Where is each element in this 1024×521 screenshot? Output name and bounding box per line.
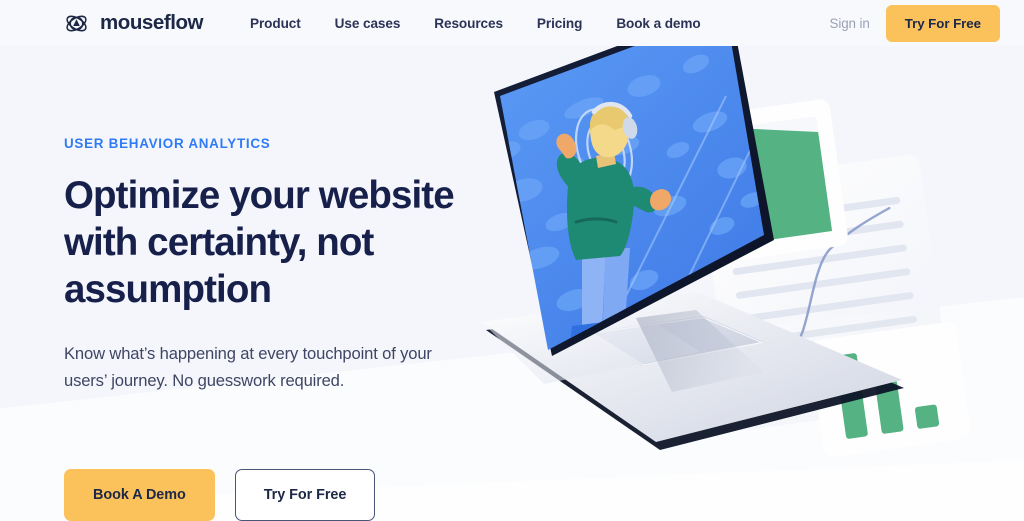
brand-logo-link[interactable]: mouseflow [62, 9, 203, 38]
hero-try-for-free-button[interactable]: Try For Free [234, 469, 376, 521]
nav-item-use-cases[interactable]: Use cases [318, 10, 418, 37]
nav-try-for-free-button[interactable]: Try For Free [885, 4, 1000, 42]
hero-section: USER BEHAVIOR ANALYTICS Optimize your we… [0, 4, 1024, 521]
laptop-analytics-illustration [482, 4, 971, 457]
main-navigation-bar: mouseflow Product Use cases Resources Pr… [0, 0, 1024, 46]
laptop-base [482, 292, 904, 450]
hero-eyebrow-label: USER BEHAVIOR ANALYTICS [64, 136, 271, 151]
nav-item-book-a-demo[interactable]: Book a demo [599, 10, 717, 37]
nav-item-pricing[interactable]: Pricing [520, 10, 599, 37]
background-analytics-cards [618, 99, 971, 457]
nav-item-resources[interactable]: Resources [417, 10, 520, 37]
brand-name-text: mouseflow [100, 11, 204, 34]
landing-page: mouseflow Product Use cases Resources Pr… [0, 0, 1024, 521]
hero-subheading: Know what’s happening at every touchpoin… [64, 344, 432, 390]
person-figure [556, 102, 672, 350]
hero-copy-column: USER BEHAVIOR ANALYTICS Optimize your we… [0, 46, 500, 521]
hero-illustration [464, 0, 1024, 521]
sign-in-link[interactable]: Sign in [813, 10, 885, 37]
nav-links-list: Product Use cases Resources Pricing Book… [233, 10, 718, 37]
hero-book-a-demo-button[interactable]: Book A Demo [64, 469, 215, 521]
hero-cta-group: Book A Demo Try For Free [64, 469, 500, 521]
hero-heading: Optimize your website with certainty, no… [64, 174, 455, 311]
mouseflow-atom-icon [66, 15, 87, 31]
nav-item-product[interactable]: Product [233, 10, 318, 37]
nav-right-actions: Sign in Try For Free [813, 4, 1000, 42]
laptop-screen [494, 4, 774, 356]
